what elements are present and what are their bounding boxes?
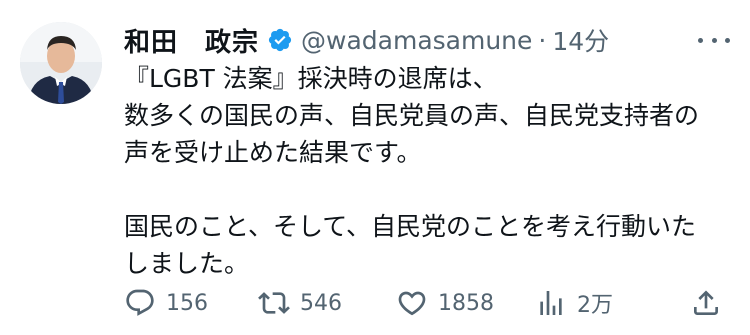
- tweet-text: 『LGBT 法案』採決時の退席は、 数多くの国民の声、自民党員の声、自民党支持者…: [124, 60, 734, 282]
- reply-button[interactable]: 156: [124, 283, 208, 323]
- tweet-text-line: 数多くの国民の声、自民党員の声、自民党支持者の: [124, 101, 700, 130]
- tweet-text-line: しました。: [124, 249, 250, 278]
- tweet-text-line: 国民のこと、そして、自民党のことを考え行動いた: [124, 212, 697, 241]
- views-icon: [535, 287, 567, 319]
- action-bar: 156 546 1858 2万: [124, 283, 724, 323]
- reply-icon: [124, 287, 156, 319]
- like-button[interactable]: 1858: [396, 283, 494, 323]
- tweet-text-line: 声を受け止めた結果です。: [124, 138, 422, 167]
- avatar-image: [20, 22, 102, 104]
- retweet-button[interactable]: 546: [258, 283, 342, 323]
- retweet-icon: [258, 287, 290, 319]
- views-button[interactable]: 2万: [535, 283, 613, 323]
- timestamp[interactable]: 14分: [552, 22, 609, 58]
- display-name[interactable]: 和田 政宗: [124, 22, 259, 59]
- like-count: 1858: [438, 290, 494, 316]
- views-count: 2万: [577, 293, 613, 318]
- heart-icon: [396, 287, 428, 319]
- reply-count: 156: [166, 290, 208, 316]
- tweet-header: 和田 政宗 @wadamasamune · 14分: [124, 20, 730, 60]
- verified-badge-icon: [267, 27, 293, 53]
- avatar[interactable]: [20, 22, 102, 104]
- separator-dot: ·: [538, 25, 547, 55]
- retweet-count: 546: [300, 290, 342, 316]
- user-handle[interactable]: @wadamasamune: [301, 26, 532, 55]
- share-button[interactable]: [690, 283, 722, 323]
- tweet-text-line: 『LGBT 法案』採決時の退席は、: [124, 64, 498, 93]
- more-options-icon[interactable]: [698, 28, 730, 52]
- share-icon: [690, 287, 722, 319]
